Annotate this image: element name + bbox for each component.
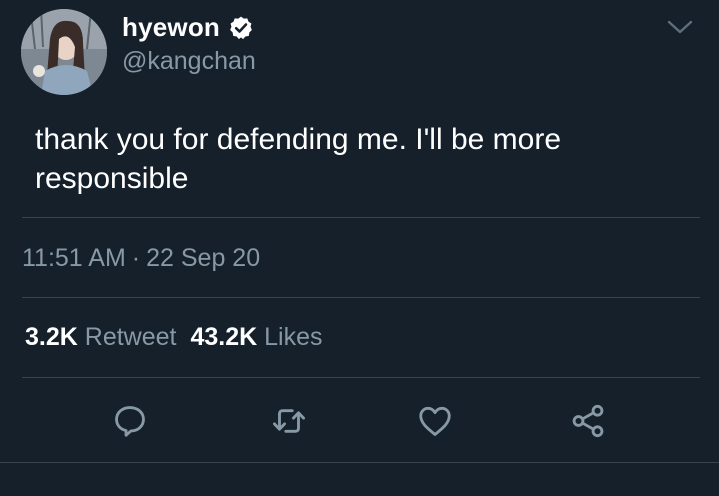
tweet-text: thank you for defending me. I'll be more… <box>35 123 562 195</box>
reply-icon[interactable] <box>111 402 149 440</box>
retweet-icon[interactable] <box>270 402 308 440</box>
user-name-row[interactable]: hyewon <box>122 12 254 43</box>
verified-badge-icon <box>228 15 254 41</box>
retweets-label: Retweet <box>84 323 177 351</box>
chevron-down-icon[interactable] <box>665 14 695 40</box>
tweet-timestamp[interactable]: 11:51 AM · 22 Sep 20 <box>22 244 260 273</box>
display-name[interactable]: hyewon <box>122 12 220 43</box>
retweets-count: 3.2K <box>25 323 78 351</box>
share-icon[interactable] <box>569 402 607 440</box>
tweet-time: 11:51 AM <box>22 244 126 272</box>
tweet-date: 22 Sep 20 <box>146 244 261 272</box>
meta-separator: · <box>131 244 141 272</box>
avatar[interactable] <box>21 9 107 95</box>
likes-stat[interactable]: 43.2K Likes <box>190 323 322 351</box>
tweet-stats: 3.2K Retweet 43.2K Likes <box>25 323 323 352</box>
user-handle[interactable]: @kangchan <box>122 47 256 76</box>
retweets-stat[interactable]: 3.2K Retweet <box>25 323 176 351</box>
divider <box>22 217 700 218</box>
likes-label: Likes <box>264 323 323 351</box>
divider <box>0 462 719 463</box>
divider <box>22 377 700 378</box>
likes-count: 43.2K <box>190 323 258 351</box>
divider <box>22 297 700 298</box>
like-icon[interactable] <box>416 402 454 440</box>
